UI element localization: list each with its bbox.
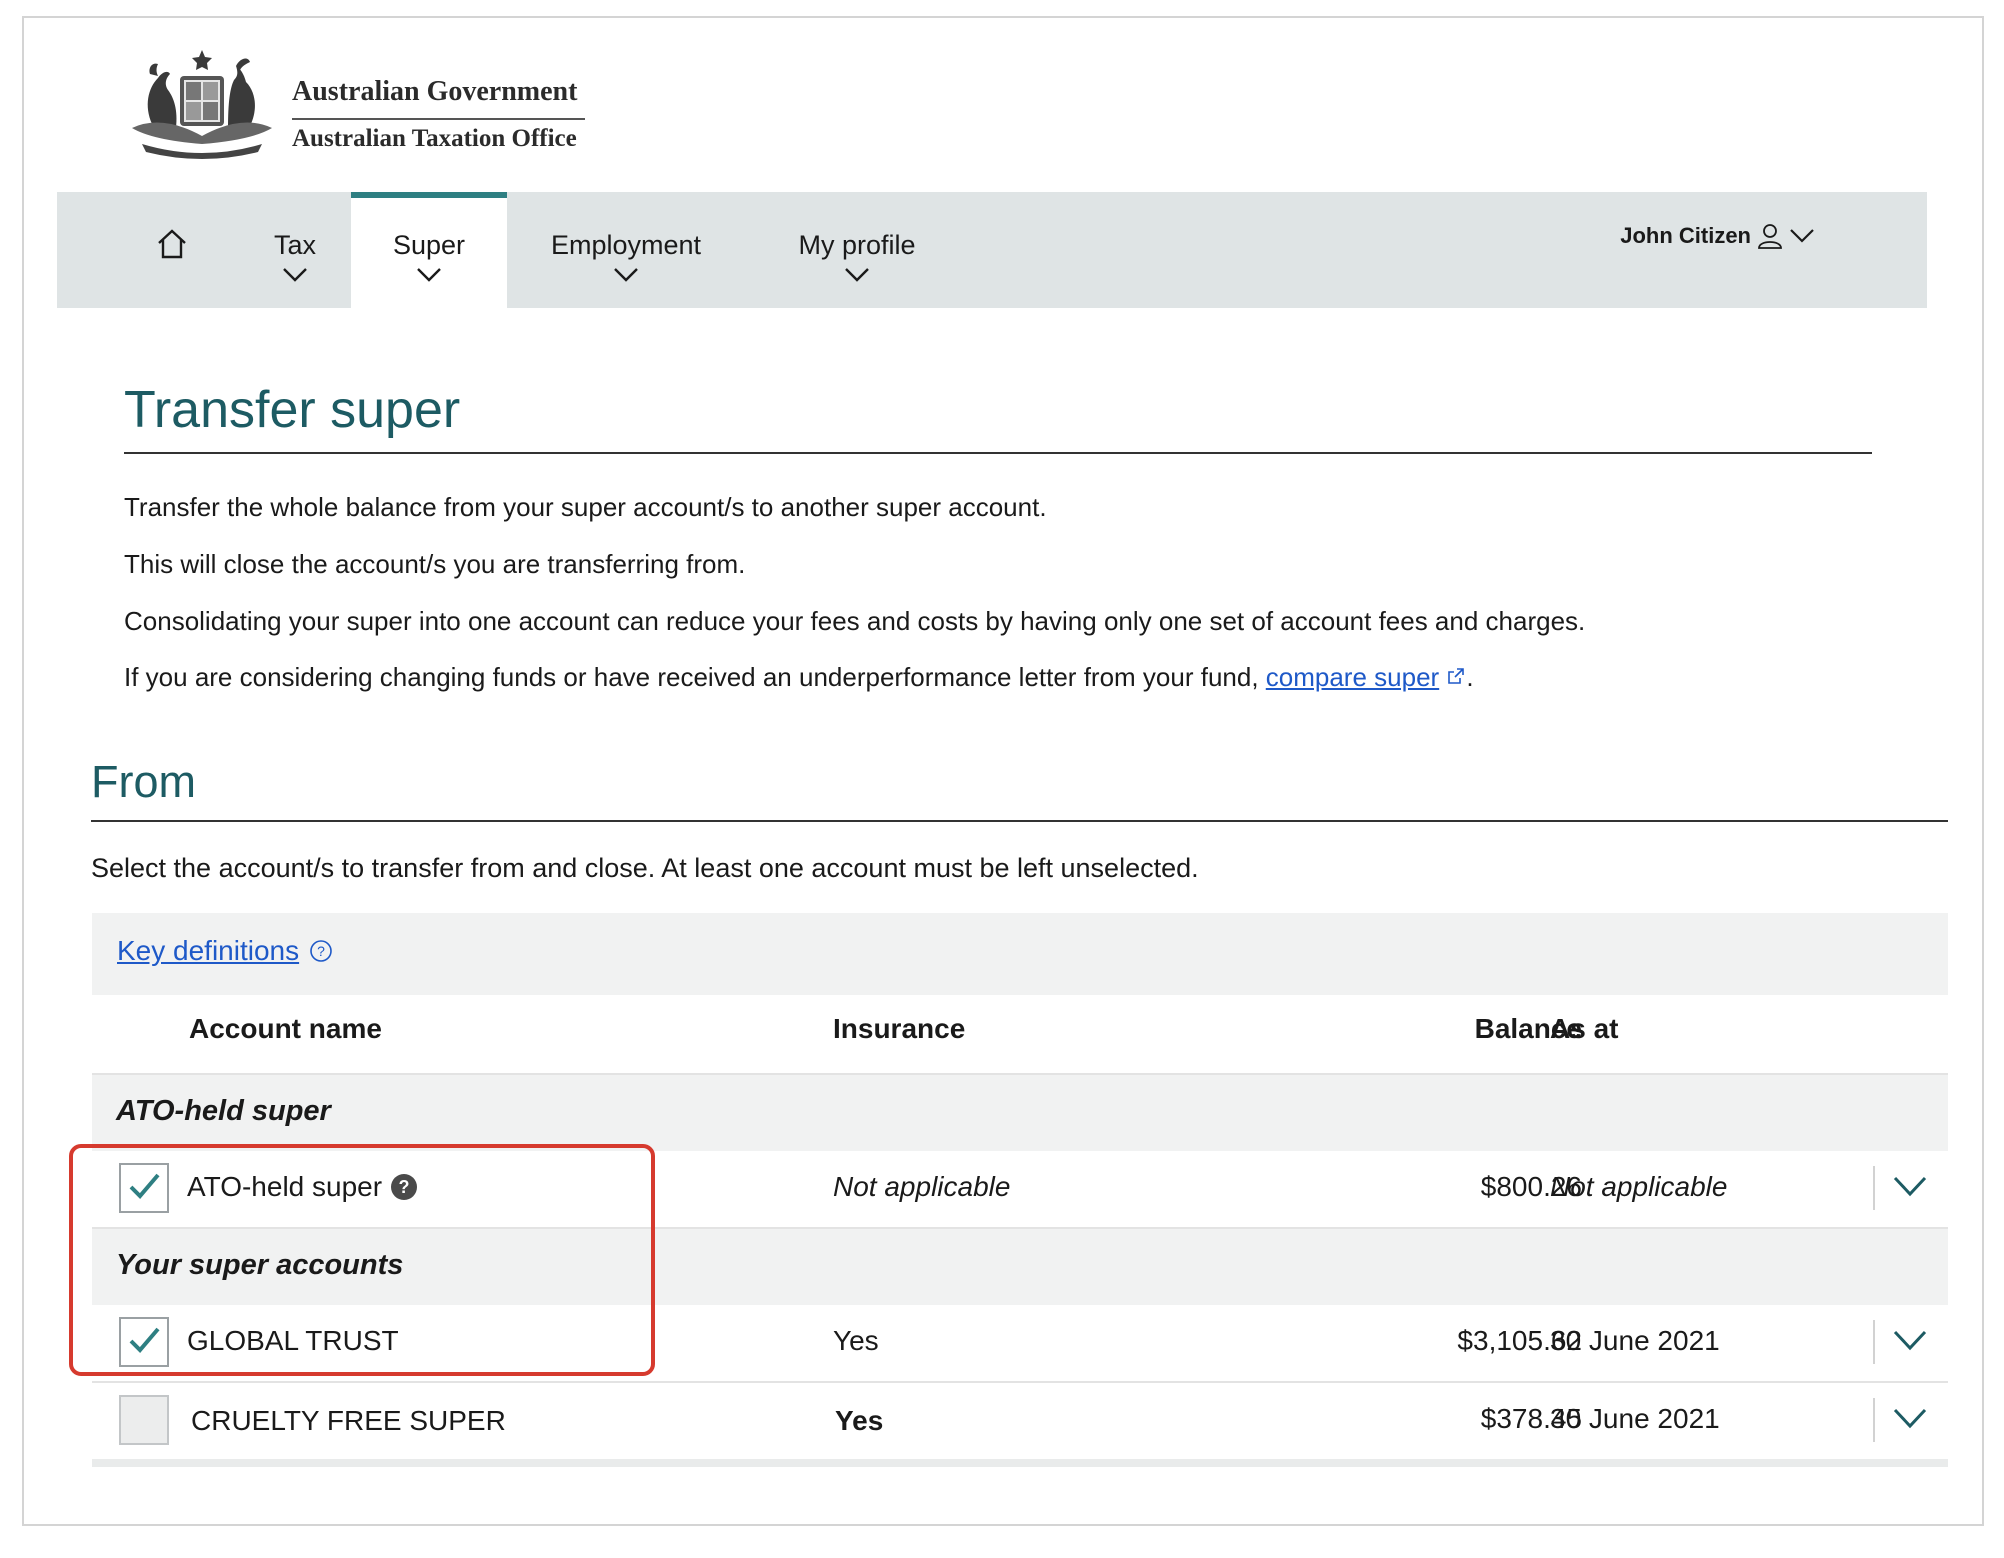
key-definitions-label: Key definitions xyxy=(117,935,300,966)
header-divider xyxy=(292,118,585,120)
checkmark-icon xyxy=(129,1173,160,1199)
table-header: Account name Insurance Balance As at xyxy=(92,995,1948,1075)
account-name: GLOBAL TRUST xyxy=(187,1325,399,1356)
group-header: Your super accounts xyxy=(92,1229,1948,1305)
chevron-down-icon xyxy=(417,268,441,282)
account-name: CRUELTY FREE SUPER xyxy=(191,1405,506,1436)
external-link-icon xyxy=(1448,668,1465,684)
table-bottom-border xyxy=(92,1459,1948,1467)
as-at-cell: 30 June 2021 xyxy=(1550,1403,1720,1434)
svg-text:?: ? xyxy=(399,1177,410,1197)
svg-text:?: ? xyxy=(317,943,325,959)
office-name: Australian Taxation Office xyxy=(292,125,577,152)
column-header-account-name: Account name xyxy=(189,1013,382,1044)
insurance-cell: Yes xyxy=(835,1405,884,1436)
as-at-cell: 30 June 2021 xyxy=(1550,1325,1720,1356)
row-divider xyxy=(1873,1320,1875,1364)
government-name: Australian Government xyxy=(292,76,578,107)
compare-prefix: If you are considering changing funds or… xyxy=(124,662,1266,692)
account-name-cell: ATO-held super ? xyxy=(187,1171,418,1203)
group-label: ATO-held super xyxy=(116,1095,331,1127)
chevron-down-icon[interactable] xyxy=(1892,1329,1928,1353)
nav-tax-label: Tax xyxy=(273,230,317,260)
intro-paragraph: This will close the account/s you are tr… xyxy=(124,549,746,579)
group-header: ATO-held super xyxy=(92,1075,1948,1151)
nav-super-label: Super xyxy=(392,230,466,260)
account-checkbox[interactable] xyxy=(119,1163,169,1213)
help-filled-icon[interactable]: ? xyxy=(390,1173,418,1201)
home-icon[interactable] xyxy=(155,228,189,260)
page-title: Transfer super xyxy=(124,381,461,439)
chevron-down-icon xyxy=(283,268,307,282)
chevron-down-icon xyxy=(614,268,638,282)
account-checkbox[interactable] xyxy=(119,1395,169,1445)
intro-paragraph: Consolidating your super into one accoun… xyxy=(124,606,1586,636)
nav-my-profile-label: My profile xyxy=(798,230,916,260)
key-definitions-bar: Key definitions ? xyxy=(92,913,1948,995)
row-divider xyxy=(1873,1166,1875,1210)
user-icon xyxy=(1758,224,1782,249)
checkmark-icon xyxy=(129,1327,160,1353)
table-row: GLOBAL TRUST Yes $3,105.62 30 June 2021 xyxy=(92,1305,1948,1383)
nav-super[interactable]: Super xyxy=(351,192,507,308)
from-instruction: Select the account/s to transfer from an… xyxy=(91,853,1199,883)
as-at-cell: Not applicable xyxy=(1550,1171,1728,1202)
compare-suffix: . xyxy=(1466,662,1474,692)
column-header-insurance: Insurance xyxy=(833,1013,966,1044)
insurance-cell: Not applicable xyxy=(833,1171,1011,1202)
help-circle-icon: ? xyxy=(310,940,332,962)
user-name: John Citizen xyxy=(1620,223,1751,248)
chevron-down-icon[interactable] xyxy=(1892,1407,1928,1431)
section-divider xyxy=(91,820,1948,822)
table-row: CRUELTY FREE SUPER Yes $378.45 30 June 2… xyxy=(92,1383,1948,1459)
account-checkbox[interactable] xyxy=(119,1317,169,1367)
nav-tax[interactable]: Tax xyxy=(255,192,335,308)
user-menu[interactable]: John Citizen xyxy=(1620,222,1815,250)
table-row: ATO-held super ? Not applicable $800.26 … xyxy=(92,1151,1948,1229)
chevron-down-icon xyxy=(1790,229,1814,243)
account-name: ATO-held super xyxy=(187,1171,383,1202)
main-navigation: Tax Super Employment My profile John Cit… xyxy=(57,192,1927,308)
chevron-down-icon xyxy=(845,268,869,282)
key-definitions-link[interactable]: Key definitions ? xyxy=(117,935,333,967)
compare-paragraph: If you are considering changing funds or… xyxy=(124,662,1474,693)
group-label: Your super accounts xyxy=(116,1249,404,1281)
column-header-as-at: As at xyxy=(1550,1013,1619,1044)
insurance-cell: Yes xyxy=(833,1325,879,1356)
row-divider xyxy=(1873,1398,1875,1442)
chevron-down-icon[interactable] xyxy=(1892,1175,1928,1199)
coat-of-arms-icon xyxy=(132,50,272,159)
nav-employment[interactable]: Employment xyxy=(541,192,711,308)
compare-super-link[interactable]: compare super xyxy=(1266,662,1439,692)
title-divider xyxy=(124,452,1872,454)
nav-employment-label: Employment xyxy=(550,230,702,260)
intro-paragraph: Transfer the whole balance from your sup… xyxy=(124,492,1047,522)
from-section-title: From xyxy=(91,756,196,807)
nav-my-profile[interactable]: My profile xyxy=(782,192,932,308)
